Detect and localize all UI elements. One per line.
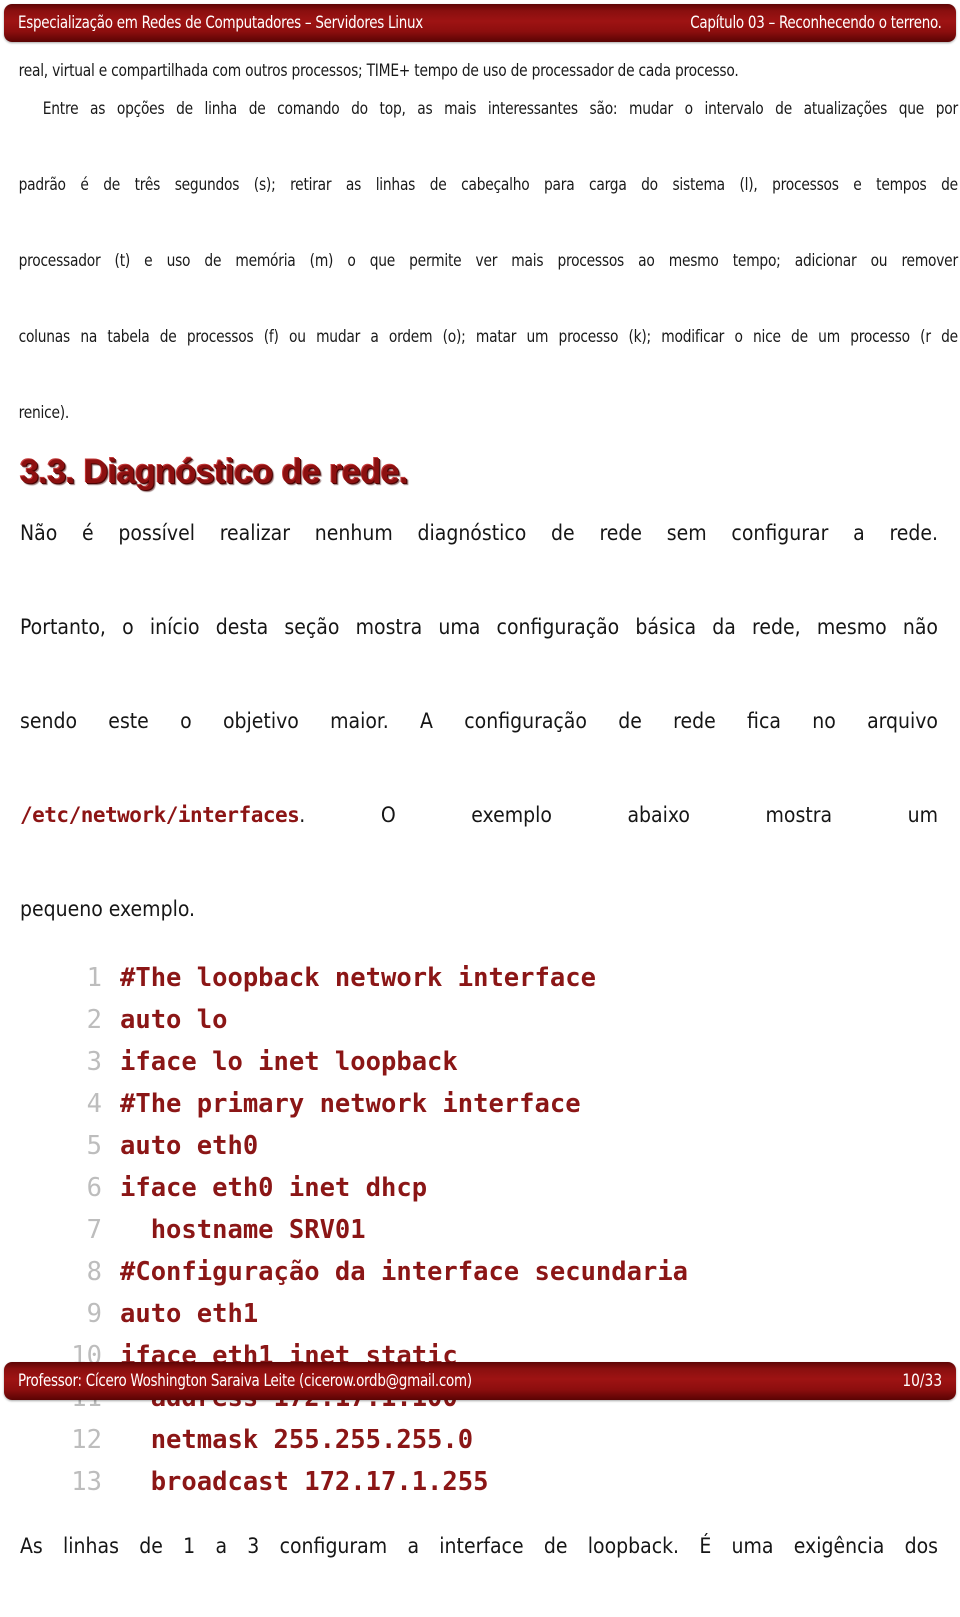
code-line-number: 6: [86, 1173, 102, 1203]
code-line-number: 2: [86, 1005, 102, 1035]
code-line-text: #The loopback network interface: [120, 963, 596, 993]
code-line-number: 4: [86, 1089, 102, 1119]
paragraph-top-continuation: real, virtual e compartilhada com outros…: [0, 52, 960, 432]
paragraph-line: sendo este o objetivo maior. A configura…: [20, 709, 938, 733]
paragraph-line: real, virtual e compartilhada com outros…: [18, 61, 739, 80]
code-listing: 1 #The loopback network interface 2 auto lo…: [0, 957, 960, 1503]
header-right-title: Capítulo 03 – Reconhecendo o terreno.: [690, 13, 943, 33]
code-line-text: iface eth0 inet dhcp: [120, 1173, 428, 1203]
code-line-number: 12: [71, 1425, 102, 1455]
paragraph-line: As linhas de 1 a 3 configuram a interfac…: [20, 1534, 938, 1558]
code-line-number: 9: [86, 1299, 102, 1329]
code-line: 2 auto lo: [44, 999, 940, 1041]
header-left-title: Especialização em Redes de Computadores …: [18, 13, 423, 33]
code-line-text: #Configuração da interface secundaria: [120, 1257, 689, 1287]
paragraph-section-intro: Não é possível realizar nenhum diagnósti…: [0, 510, 960, 933]
paragraph-line: Entre as opções de linha de comando do t…: [19, 90, 958, 166]
code-line-text: auto lo: [120, 1005, 228, 1035]
code-line: 1 #The loopback network interface: [44, 957, 940, 999]
code-line: 8 #Configuração da interface secundaria: [44, 1251, 940, 1293]
page-header-banner: Especialização em Redes de Computadores …: [4, 4, 956, 42]
code-line-number: 1: [86, 963, 102, 993]
code-line-number: 13: [71, 1467, 102, 1497]
code-line: 12 netmask 255.255.255.0: [44, 1419, 940, 1461]
footer-page-number: 10/33: [902, 1371, 942, 1391]
code-line-number: 5: [86, 1131, 102, 1161]
code-line-number: 8: [86, 1257, 102, 1287]
code-line: 3 iface lo inet loopback: [44, 1041, 940, 1083]
code-line: 5 auto eth0: [44, 1125, 940, 1167]
code-line-text: netmask 255.255.255.0: [120, 1425, 474, 1455]
code-line-text: hostname SRV01: [120, 1215, 366, 1245]
section-heading: 3.3. Diagnóstico de rede.: [20, 453, 409, 491]
paragraph-closing: As linhas de 1 a 3 configuram a interfac…: [0, 1523, 960, 1617]
paragraph-line: colunas na tabela de processos (f) ou mu…: [18, 327, 959, 346]
code-line-text: auto eth1: [120, 1299, 259, 1329]
code-line: 6 iface eth0 inet dhcp: [44, 1167, 940, 1209]
code-line-text: auto eth0: [120, 1131, 259, 1161]
paragraph-line: padrão é de três segundos (s); retirar a…: [18, 175, 959, 194]
footer-professor-text: Professor: Cícero Woshington Saraiva Lei…: [18, 1371, 472, 1391]
code-line-text: #The primary network interface: [120, 1089, 581, 1119]
file-path-code: /etc/network/interfaces: [20, 803, 300, 827]
code-line: 4 #The primary network interface: [44, 1083, 940, 1125]
paragraph-line: renice).: [18, 403, 70, 422]
document-page: Especialização em Redes de Computadores …: [0, 0, 960, 1558]
page-footer-banner: Professor: Cícero Woshington Saraiva Lei…: [4, 1362, 956, 1400]
paragraph-line-text: Entre as opções de linha de comando do t…: [42, 99, 958, 118]
paragraph-line: Não é possível realizar nenhum diagnósti…: [20, 521, 938, 545]
paragraph-line: pequeno exemplo.: [20, 897, 196, 921]
code-line-text: broadcast 172.17.1.255: [120, 1467, 489, 1497]
code-line: 7 hostname SRV01: [44, 1209, 940, 1251]
code-line: 9 auto eth1: [44, 1293, 940, 1335]
paragraph-line: Portanto, o início desta seção mostra um…: [20, 615, 938, 639]
code-line: 13 broadcast 172.17.1.255: [44, 1461, 940, 1503]
paragraph-line: processador (t) e uso de memória (m) o q…: [18, 251, 959, 270]
code-line-number: 3: [86, 1047, 102, 1077]
code-line-text: iface lo inet loopback: [120, 1047, 458, 1077]
code-line-number: 7: [86, 1215, 102, 1245]
paragraph-line-text: . O exemplo abaixo mostra um: [299, 803, 938, 827]
paragraph-line: /etc/network/interfaces. O exemplo abaix…: [20, 792, 938, 886]
